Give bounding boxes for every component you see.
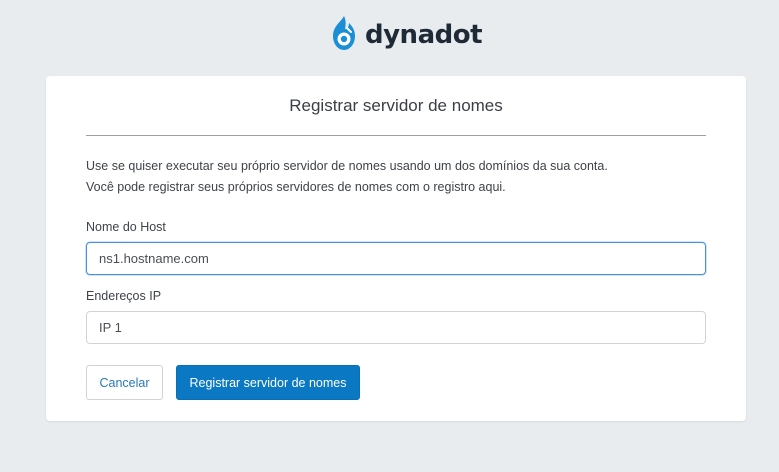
host-name-input[interactable] <box>86 242 706 275</box>
dynadot-flame-icon <box>333 16 355 50</box>
form-title: Registrar servidor de nomes <box>289 96 503 115</box>
page: dynadot Registrar servidor de nomes Use … <box>0 0 779 472</box>
title-divider <box>86 135 706 136</box>
ip-addresses-label: Endereços IP <box>86 289 162 303</box>
register-nameserver-card: Registrar servidor de nomes Use se quise… <box>46 76 746 421</box>
ip-address-input[interactable] <box>86 311 706 344</box>
register-nameserver-button[interactable]: Registrar servidor de nomes <box>176 365 360 400</box>
host-name-label: Nome do Host <box>86 220 166 234</box>
description-line-1: Use se quiser executar seu próprio servi… <box>86 159 608 173</box>
description-line-2: Você pode registrar seus próprios servid… <box>86 180 506 194</box>
cancel-button[interactable]: Cancelar <box>86 365 163 400</box>
brand-name: dynadot <box>365 19 483 50</box>
dynadot-logo[interactable]: dynadot <box>329 13 483 53</box>
